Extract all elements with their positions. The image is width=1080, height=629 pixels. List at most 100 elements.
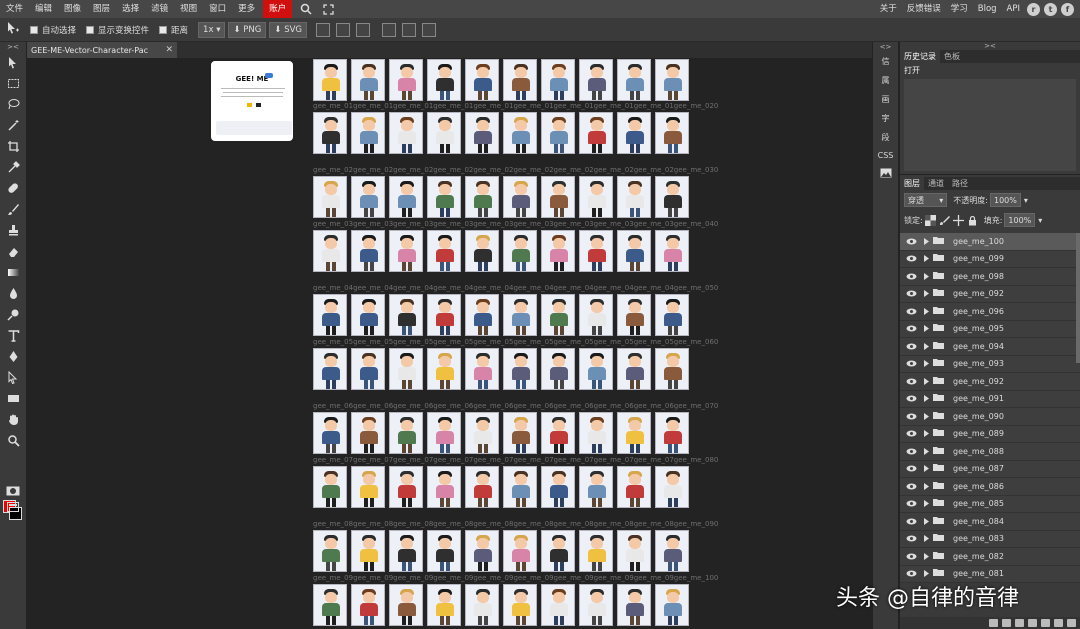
- tab-history[interactable]: 历史记录: [900, 50, 940, 63]
- eye-icon[interactable]: [904, 343, 918, 350]
- tab-css[interactable]: CSS: [873, 147, 898, 164]
- character-thumbnail[interactable]: [351, 59, 385, 101]
- menu-more[interactable]: 更多: [232, 0, 261, 18]
- character-thumbnail[interactable]: [389, 530, 423, 572]
- layer-row[interactable]: gee_me_096: [900, 303, 1080, 321]
- character-thumbnail[interactable]: [655, 466, 689, 508]
- menu-select[interactable]: 选择: [116, 0, 145, 18]
- text-tool[interactable]: [0, 325, 27, 346]
- link-icon[interactable]: [989, 619, 998, 627]
- character-thumbnail[interactable]: [351, 412, 385, 454]
- character-thumbnail[interactable]: [617, 466, 651, 508]
- eye-icon[interactable]: [904, 448, 918, 455]
- layer-row[interactable]: gee_me_092: [900, 373, 1080, 391]
- expand-triangle-icon[interactable]: [922, 325, 930, 333]
- character-thumbnail[interactable]: [655, 530, 689, 572]
- character-thumbnail[interactable]: [617, 230, 651, 272]
- expand-triangle-icon[interactable]: [922, 482, 930, 490]
- character-thumbnail[interactable]: [617, 530, 651, 572]
- expand-triangle-icon[interactable]: [922, 500, 930, 508]
- menu-about[interactable]: 关于: [875, 0, 902, 18]
- tab-character[interactable]: 字: [873, 109, 898, 128]
- character-thumbnail[interactable]: [655, 294, 689, 336]
- character-thumbnail[interactable]: [617, 348, 651, 390]
- layer-row[interactable]: gee_me_085: [900, 495, 1080, 513]
- distance-checkbox[interactable]: 距离: [159, 24, 188, 36]
- menu-file[interactable]: 文件: [0, 0, 29, 18]
- pen-tool[interactable]: [0, 346, 27, 367]
- character-thumbnail[interactable]: [313, 59, 347, 101]
- expand-triangle-icon[interactable]: [922, 465, 930, 473]
- character-thumbnail[interactable]: [313, 112, 347, 154]
- character-thumbnail[interactable]: [389, 294, 423, 336]
- tab-channels[interactable]: 通道: [924, 177, 948, 190]
- eye-icon[interactable]: [904, 238, 918, 245]
- character-thumbnail[interactable]: [503, 294, 537, 336]
- character-thumbnail[interactable]: [313, 348, 347, 390]
- character-thumbnail[interactable]: [313, 294, 347, 336]
- character-thumbnail[interactable]: [617, 584, 651, 626]
- character-thumbnail[interactable]: [503, 530, 537, 572]
- character-thumbnail[interactable]: [389, 176, 423, 218]
- align-bottom-icon[interactable]: [356, 22, 370, 37]
- character-thumbnail[interactable]: [579, 59, 613, 101]
- lock-icon[interactable]: [967, 215, 978, 226]
- layer-row[interactable]: gee_me_083: [900, 530, 1080, 548]
- menu-report-bug[interactable]: 反馈错误: [902, 0, 946, 18]
- fullscreen-icon[interactable]: [320, 1, 336, 17]
- menu-layer[interactable]: 图层: [87, 0, 116, 18]
- hand-tool[interactable]: [0, 409, 27, 430]
- character-thumbnail[interactable]: [351, 230, 385, 272]
- magic-wand-tool[interactable]: [0, 115, 27, 136]
- eraser-tool[interactable]: [0, 241, 27, 262]
- expand-triangle-icon[interactable]: [922, 360, 930, 368]
- history-entry[interactable]: 打开: [904, 65, 1076, 77]
- tab-properties[interactable]: 属: [873, 71, 898, 90]
- character-thumbnail[interactable]: [389, 59, 423, 101]
- character-thumbnail[interactable]: [579, 112, 613, 154]
- layer-row[interactable]: gee_me_091: [900, 390, 1080, 408]
- healing-tool[interactable]: [0, 178, 27, 199]
- layer-row[interactable]: gee_me_088: [900, 443, 1080, 461]
- expand-triangle-icon[interactable]: [922, 447, 930, 455]
- layer-row[interactable]: gee_me_087: [900, 460, 1080, 478]
- dodge-tool[interactable]: [0, 304, 27, 325]
- expand-triangle-icon[interactable]: [922, 342, 930, 350]
- character-thumbnail[interactable]: [465, 230, 499, 272]
- layer-row[interactable]: gee_me_098: [900, 268, 1080, 286]
- eye-icon[interactable]: [904, 570, 918, 577]
- align-right-icon[interactable]: [422, 22, 436, 37]
- opacity-input[interactable]: 100%: [989, 193, 1021, 207]
- expand-triangle-icon[interactable]: [922, 395, 930, 403]
- character-thumbnail[interactable]: [389, 230, 423, 272]
- character-thumbnail[interactable]: [465, 294, 499, 336]
- character-thumbnail[interactable]: [655, 112, 689, 154]
- gradient-tool[interactable]: [0, 262, 27, 283]
- expand-triangle-icon[interactable]: [922, 412, 930, 420]
- character-thumbnail[interactable]: [617, 294, 651, 336]
- layer-row[interactable]: gee_me_082: [900, 548, 1080, 566]
- expand-triangle-icon[interactable]: [922, 535, 930, 543]
- character-thumbnail[interactable]: [465, 112, 499, 154]
- menu-filter[interactable]: 滤镜: [145, 0, 174, 18]
- character-thumbnail[interactable]: [579, 584, 613, 626]
- character-thumbnail[interactable]: [427, 59, 461, 101]
- export-svg-button[interactable]: ⬇ SVG: [269, 21, 307, 38]
- checker-lock-icon[interactable]: [924, 214, 936, 226]
- character-thumbnail[interactable]: [655, 230, 689, 272]
- eye-icon[interactable]: [904, 273, 918, 280]
- canvas-area[interactable]: GEE! ME gee_me_01gee_me_01gee_me_01gee_m…: [27, 58, 872, 629]
- eye-icon[interactable]: [904, 378, 918, 385]
- menu-view[interactable]: 视图: [174, 0, 203, 18]
- character-thumbnail[interactable]: [351, 584, 385, 626]
- menu-window[interactable]: 窗口: [203, 0, 232, 18]
- character-thumbnail[interactable]: [351, 294, 385, 336]
- character-thumbnail[interactable]: [427, 112, 461, 154]
- character-thumbnail[interactable]: [427, 294, 461, 336]
- character-thumbnail[interactable]: [541, 230, 575, 272]
- character-thumbnail[interactable]: [541, 176, 575, 218]
- character-thumbnail[interactable]: [579, 530, 613, 572]
- quick-mask-icon[interactable]: [6, 486, 20, 499]
- eye-icon[interactable]: [904, 430, 918, 437]
- collapse-arrows-icon[interactable]: ><: [0, 42, 26, 52]
